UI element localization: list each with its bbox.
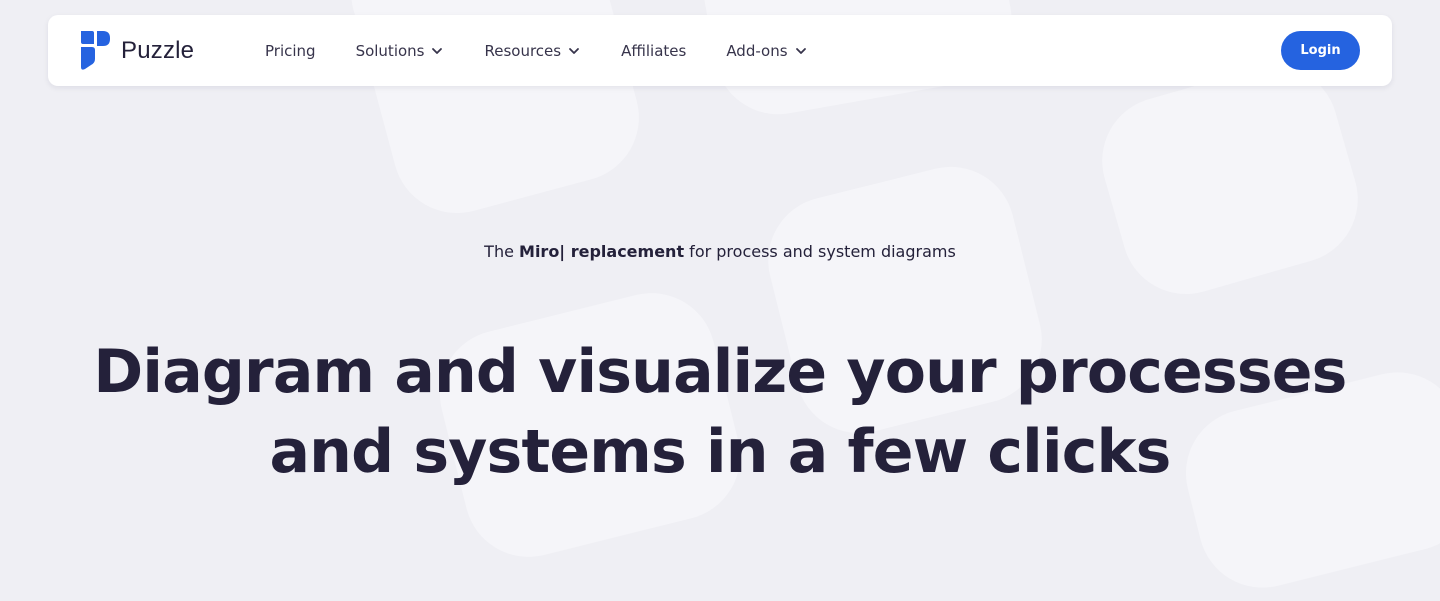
nav-item-pricing[interactable]: Pricing: [265, 42, 316, 60]
main-nav: Pricing Solutions Resources Affiliates A…: [265, 15, 808, 86]
chevron-down-icon: [795, 47, 806, 54]
nav-item-resources[interactable]: Resources: [484, 42, 581, 60]
tagline-prefix: The: [484, 242, 520, 261]
hero-tagline: The Miro| replacement for process and sy…: [0, 242, 1440, 261]
hero-headline: Diagram and visualize your processes and…: [0, 332, 1440, 492]
nav-item-label: Resources: [484, 41, 562, 60]
headline-line-2: and systems in a few clicks: [269, 417, 1171, 487]
tagline-highlight: Miro| replacement: [519, 242, 685, 261]
brand-name: Puzzle: [121, 37, 195, 64]
nav-item-label: Pricing: [265, 41, 316, 60]
chevron-down-icon: [432, 47, 443, 54]
background-shape: [1087, 50, 1373, 310]
nav-item-solutions[interactable]: Solutions: [356, 42, 445, 60]
nav-item-add-ons[interactable]: Add-ons: [726, 42, 807, 60]
tagline-suffix: for process and system diagrams: [684, 242, 956, 261]
nav-item-label: Affiliates: [621, 41, 687, 60]
nav-item-label: Add-ons: [726, 41, 788, 60]
headline-line-1: Diagram and visualize your processes: [93, 337, 1347, 407]
nav-item-label: Solutions: [355, 41, 425, 60]
login-button[interactable]: Login: [1281, 31, 1360, 70]
brand-logo-link[interactable]: Puzzle: [79, 30, 194, 72]
chevron-down-icon: [569, 47, 579, 54]
nav-item-affiliates[interactable]: Affiliates: [621, 42, 686, 60]
puzzle-logo-icon: [81, 31, 110, 70]
top-navbar: Puzzle Pricing Solutions Resources Affil…: [48, 15, 1392, 86]
